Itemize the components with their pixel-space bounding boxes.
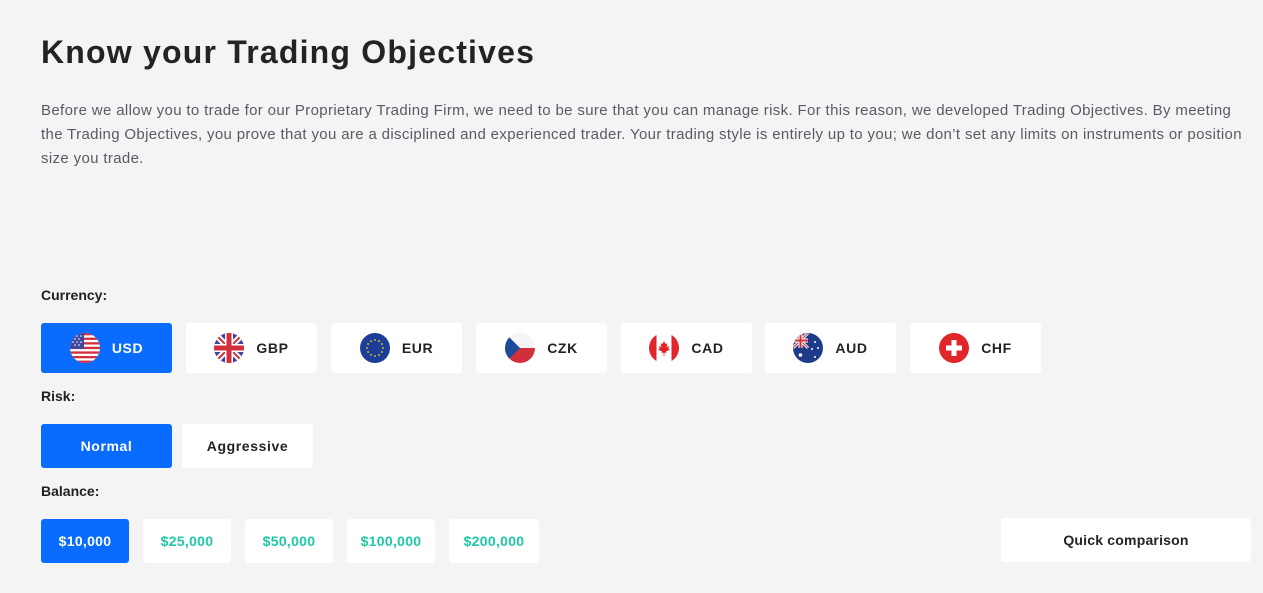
balance-10000-button[interactable]: $10,000 xyxy=(41,519,129,563)
balance-50000-button[interactable]: $50,000 xyxy=(245,519,333,563)
canada-flag-icon xyxy=(649,333,680,363)
currency-usd-button[interactable]: USD xyxy=(41,323,172,373)
page-title: Know your Trading Objectives xyxy=(41,34,536,70)
currency-aud-button[interactable]: AUD xyxy=(765,323,896,373)
currency-eur-button[interactable]: EUR xyxy=(331,323,462,373)
currency-cad-button[interactable]: CAD xyxy=(621,323,752,373)
currency-code: USD xyxy=(111,340,144,356)
switzerland-flag-icon xyxy=(939,333,970,363)
uk-flag-icon xyxy=(214,333,245,363)
currency-code: CHF xyxy=(981,340,1012,356)
risk-label: Risk: xyxy=(41,388,76,404)
czech-flag-icon xyxy=(505,333,536,363)
risk-aggressive-button[interactable]: Aggressive xyxy=(182,424,313,468)
balance-100000-button[interactable]: $100,000 xyxy=(347,519,435,563)
quick-comparison-button[interactable]: Quick comparison xyxy=(1001,518,1251,562)
intro-paragraph: Before we allow you to trade for our Pro… xyxy=(41,102,1242,167)
eu-flag-icon xyxy=(359,333,390,363)
balance-label: Balance: xyxy=(41,483,100,499)
balance-200000-button[interactable]: $200,000 xyxy=(449,519,539,563)
currency-czk-button[interactable]: CZK xyxy=(476,323,607,373)
us-flag-icon xyxy=(69,333,100,363)
currency-code: CAD xyxy=(691,340,724,356)
risk-normal-button[interactable]: Normal xyxy=(41,424,172,468)
currency-gbp-button[interactable]: GBP xyxy=(186,323,317,373)
currency-code: AUD xyxy=(835,340,868,356)
currency-code: GBP xyxy=(256,340,289,356)
currency-code: CZK xyxy=(547,340,578,356)
australia-flag-icon xyxy=(793,333,824,363)
currency-code: EUR xyxy=(401,340,434,356)
currency-label: Currency: xyxy=(41,287,108,303)
currency-chf-button[interactable]: CHF xyxy=(910,323,1041,373)
balance-25000-button[interactable]: $25,000 xyxy=(143,519,231,563)
